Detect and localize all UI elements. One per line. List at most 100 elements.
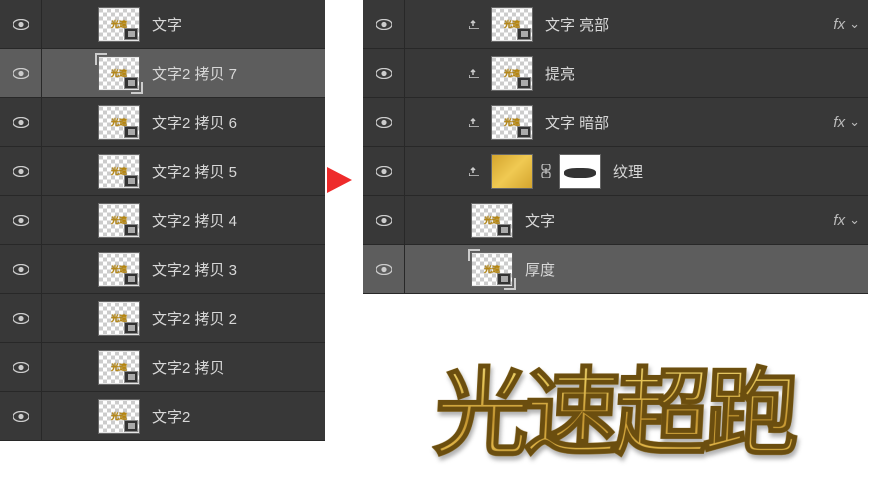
layer-thumbnail[interactable]: 光速: [491, 105, 533, 140]
smart-object-badge-icon: [517, 28, 531, 40]
visibility-eye-icon[interactable]: [13, 166, 29, 177]
visibility-eye-icon[interactable]: [376, 19, 392, 30]
visibility-eye-icon[interactable]: [13, 19, 29, 30]
fx-badge[interactable]: fx: [833, 114, 845, 131]
visibility-toggle[interactable]: [0, 294, 42, 342]
layer-thumbnail[interactable]: 光速: [98, 301, 140, 336]
layer-name-label[interactable]: 文字: [152, 14, 325, 35]
visibility-toggle[interactable]: [363, 49, 405, 97]
layer-row[interactable]: 光速 文字 亮部 fx⌄: [363, 0, 868, 49]
visibility-eye-icon[interactable]: [376, 264, 392, 275]
visibility-toggle[interactable]: [0, 245, 42, 293]
smart-object-badge-icon: [517, 126, 531, 138]
layer-name-label[interactable]: 文字2 拷贝: [152, 357, 325, 378]
layer-row[interactable]: 光速 文字2 拷贝: [0, 343, 325, 392]
visibility-eye-icon[interactable]: [376, 166, 392, 177]
visibility-toggle[interactable]: [0, 49, 42, 97]
visibility-eye-icon[interactable]: [13, 264, 29, 275]
smart-object-badge-icon: [124, 273, 138, 285]
visibility-toggle[interactable]: [0, 98, 42, 146]
clip-indicator-icon: [469, 117, 479, 127]
layer-row[interactable]: 光速 厚度: [363, 245, 868, 294]
visibility-toggle[interactable]: [363, 0, 405, 48]
visibility-eye-icon[interactable]: [376, 215, 392, 226]
smart-object-badge-icon: [124, 420, 138, 432]
layer-name-label[interactable]: 纹理: [613, 161, 868, 182]
layer-name-label[interactable]: 文字2 拷贝 3: [152, 259, 325, 280]
layer-row[interactable]: 光速 文字2: [0, 392, 325, 441]
layer-thumbnail[interactable]: 光速: [98, 56, 140, 91]
smart-object-badge-icon: [124, 224, 138, 236]
visibility-eye-icon[interactable]: [13, 117, 29, 128]
layer-thumbnail[interactable]: 光速: [471, 203, 513, 238]
layer-name-label[interactable]: 文字 暗部: [545, 112, 833, 133]
visibility-toggle[interactable]: [0, 392, 42, 440]
visibility-toggle[interactable]: [363, 98, 405, 146]
layer-thumbnail[interactable]: 光速: [98, 399, 140, 434]
fx-expand-icon[interactable]: ⌄: [849, 114, 860, 130]
visibility-eye-icon[interactable]: [376, 68, 392, 79]
visibility-toggle[interactable]: [363, 245, 405, 293]
layer-name-label[interactable]: 文字2 拷贝 2: [152, 308, 325, 329]
visibility-eye-icon[interactable]: [13, 68, 29, 79]
visibility-eye-icon[interactable]: [13, 362, 29, 373]
visibility-eye-icon[interactable]: [13, 313, 29, 324]
clip-indicator-icon: [469, 19, 479, 29]
visibility-eye-icon[interactable]: [13, 215, 29, 226]
fx-expand-icon[interactable]: ⌄: [849, 16, 860, 32]
layer-thumbnail[interactable]: 光速: [98, 7, 140, 42]
smart-object-badge-icon: [124, 175, 138, 187]
layer-name-label[interactable]: 厚度: [525, 259, 868, 280]
visibility-toggle[interactable]: [0, 0, 42, 48]
layer-thumbnail[interactable]: 光速: [98, 154, 140, 189]
smart-object-badge-icon: [517, 77, 531, 89]
mask-link-icon[interactable]: [541, 164, 551, 178]
layer-row[interactable]: 光速 文字2 拷贝 2: [0, 294, 325, 343]
visibility-toggle[interactable]: [0, 196, 42, 244]
clip-indicator-icon: [469, 68, 479, 78]
layer-thumbnail[interactable]: 光速: [491, 56, 533, 91]
smart-object-badge-icon: [124, 28, 138, 40]
layer-row[interactable]: 光速 文字2 拷贝 6: [0, 98, 325, 147]
smart-object-badge-icon: [124, 322, 138, 334]
layer-thumbnail[interactable]: 光速: [491, 7, 533, 42]
visibility-toggle[interactable]: [0, 343, 42, 391]
layer-name-label[interactable]: 提亮: [545, 63, 868, 84]
layer-thumbnail[interactable]: [491, 154, 533, 189]
layer-name-label[interactable]: 文字2 拷贝 7: [152, 63, 325, 84]
layer-name-label[interactable]: 文字 亮部: [545, 14, 833, 35]
layer-row[interactable]: 光速 文字2 拷贝 5: [0, 147, 325, 196]
arrow-icon: [327, 167, 352, 193]
layer-name-label[interactable]: 文字2 拷贝 5: [152, 161, 325, 182]
layer-name-label[interactable]: 文字2 拷贝 4: [152, 210, 325, 231]
visibility-eye-icon[interactable]: [13, 411, 29, 422]
visibility-eye-icon[interactable]: [376, 117, 392, 128]
layer-thumbnail[interactable]: 光速: [98, 252, 140, 287]
layer-row[interactable]: 纹理: [363, 147, 868, 196]
layer-thumbnail[interactable]: 光速: [98, 350, 140, 385]
clip-indicator-icon: [469, 166, 479, 176]
layer-row[interactable]: 光速 文字 暗部 fx⌄: [363, 98, 868, 147]
smart-object-badge-icon: [124, 126, 138, 138]
smart-object-badge-icon: [124, 77, 138, 89]
layer-thumbnail[interactable]: 光速: [98, 203, 140, 238]
result-text: 光速超跑: [431, 337, 798, 474]
layer-row[interactable]: 光速 文字2 拷贝 4: [0, 196, 325, 245]
layer-row[interactable]: 光速 文字2 拷贝 7: [0, 49, 325, 98]
layer-thumbnail[interactable]: 光速: [98, 105, 140, 140]
layer-name-label[interactable]: 文字2: [152, 406, 325, 427]
layer-row[interactable]: 光速 文字: [0, 0, 325, 49]
visibility-toggle[interactable]: [363, 147, 405, 195]
layer-thumbnail[interactable]: 光速: [471, 252, 513, 287]
layer-row[interactable]: 光速 提亮: [363, 49, 868, 98]
layer-name-label[interactable]: 文字: [525, 210, 833, 231]
fx-badge[interactable]: fx: [833, 212, 845, 229]
layer-row[interactable]: 光速 文字2 拷贝 3: [0, 245, 325, 294]
fx-badge[interactable]: fx: [833, 16, 845, 33]
layer-row[interactable]: 光速 文字 fx⌄: [363, 196, 868, 245]
fx-expand-icon[interactable]: ⌄: [849, 212, 860, 228]
visibility-toggle[interactable]: [363, 196, 405, 244]
visibility-toggle[interactable]: [0, 147, 42, 195]
mask-thumbnail[interactable]: [559, 154, 601, 189]
layer-name-label[interactable]: 文字2 拷贝 6: [152, 112, 325, 133]
